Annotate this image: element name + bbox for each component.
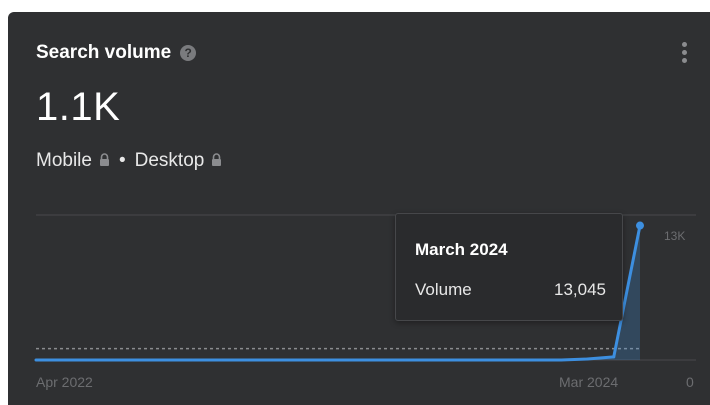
data-point bbox=[34, 358, 38, 362]
data-point bbox=[507, 358, 511, 362]
chart-tooltip: March 2024 Volume 13,045 bbox=[395, 213, 623, 321]
data-point bbox=[297, 358, 301, 362]
data-point bbox=[636, 221, 644, 230]
data-point bbox=[559, 358, 563, 362]
data-point bbox=[192, 358, 196, 362]
data-point bbox=[139, 358, 143, 362]
tooltip-title: March 2024 bbox=[415, 240, 508, 259]
data-point bbox=[428, 358, 432, 362]
data-point bbox=[244, 358, 248, 362]
data-point bbox=[402, 358, 406, 362]
data-point bbox=[165, 358, 169, 362]
data-point bbox=[585, 357, 589, 361]
data-point bbox=[533, 358, 537, 362]
data-point bbox=[87, 358, 91, 362]
data-point bbox=[480, 358, 484, 362]
data-point bbox=[113, 358, 117, 362]
search-volume-chart[interactable]: 13K 0 Apr 2022 Mar 2024 bbox=[8, 12, 710, 405]
data-point bbox=[375, 358, 379, 362]
data-point bbox=[323, 358, 327, 362]
data-point bbox=[454, 358, 458, 362]
y-tick-label-min: 0 bbox=[686, 374, 694, 390]
tooltip-label: Volume bbox=[415, 280, 472, 299]
data-point bbox=[612, 355, 616, 359]
search-volume-card: Search volume ? 1.1K Mobile • Desktop 13… bbox=[8, 12, 710, 405]
data-point bbox=[270, 358, 274, 362]
x-tick-label-end: Mar 2024 bbox=[559, 374, 618, 390]
y-tick-label-max: 13K bbox=[664, 229, 685, 243]
data-point bbox=[349, 358, 353, 362]
tooltip-value: 13,045 bbox=[554, 280, 606, 299]
x-tick-label-start: Apr 2022 bbox=[36, 374, 93, 390]
data-point bbox=[60, 358, 64, 362]
data-point bbox=[218, 358, 222, 362]
